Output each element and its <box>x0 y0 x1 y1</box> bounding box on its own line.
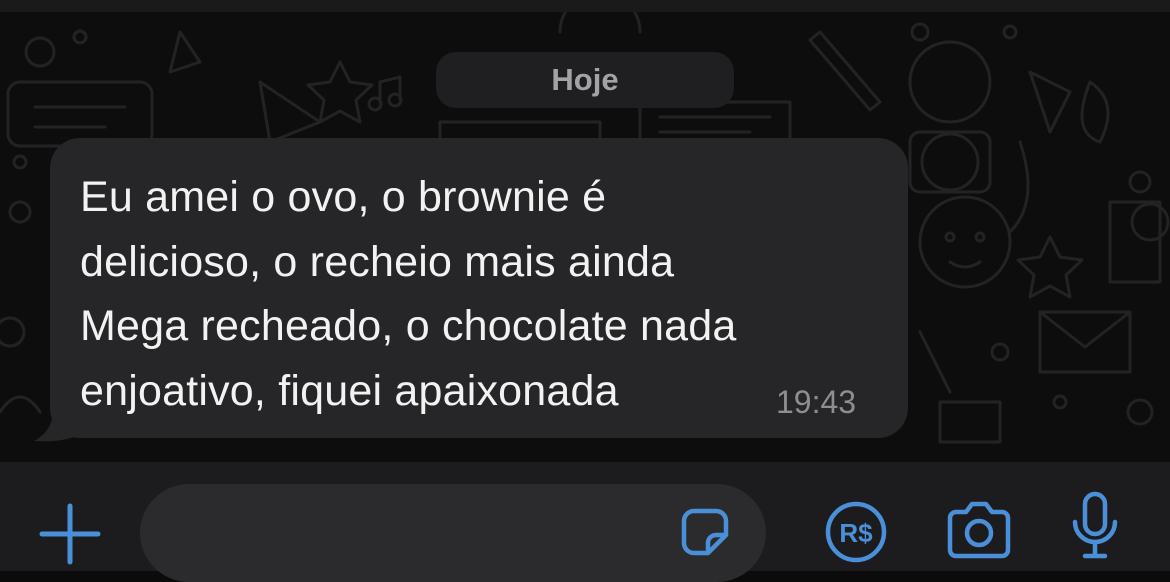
payment-button[interactable]: R$ <box>824 500 888 564</box>
microphone-icon[interactable] <box>1070 490 1120 562</box>
date-separator: Hoje <box>436 52 734 108</box>
message-text: Eu amei o ovo, o brownie é delicioso, o … <box>80 173 737 415</box>
message-input[interactable] <box>140 484 766 582</box>
payment-icon: R$ <box>825 501 887 563</box>
camera-icon[interactable] <box>944 500 1014 560</box>
message-timestamp: 19:43 <box>776 384 857 420</box>
plus-icon[interactable] <box>38 502 102 566</box>
top-strip <box>0 0 1170 12</box>
payment-label: R$ <box>839 518 873 548</box>
sticker-icon[interactable] <box>676 503 734 561</box>
